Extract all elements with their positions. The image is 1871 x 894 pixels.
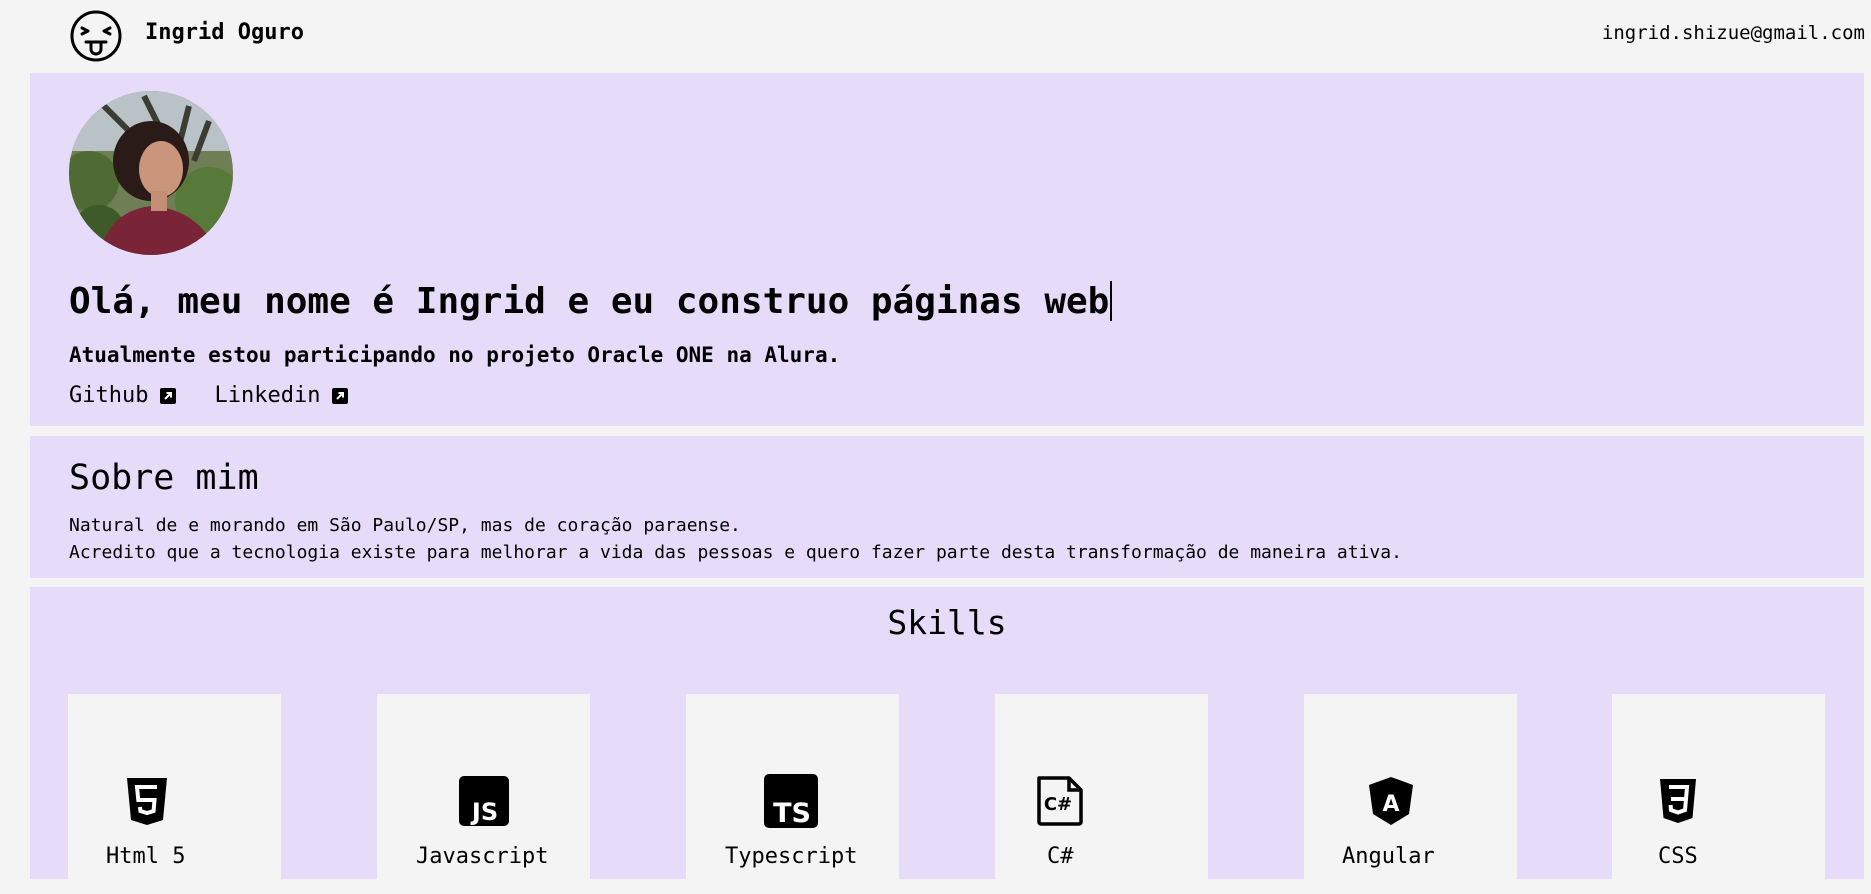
svg-text:TS: TS (773, 798, 811, 828)
hero-subtitle: Atualmente estou participando no projeto… (69, 343, 841, 367)
skill-label: CSS (1658, 844, 1698, 869)
about-text: Natural de e morando em São Paulo/SP, ma… (69, 512, 1402, 566)
github-link-label: Github (69, 383, 149, 408)
skill-label: Angular (1342, 844, 1435, 869)
hero-title: Olá, meu nome é Ingrid e eu construo pág… (69, 281, 1113, 322)
top-bar: Ingrid Oguro ingrid.shizue@gmail.com (0, 0, 1871, 70)
svg-text:A: A (1382, 792, 1399, 817)
about-section: Sobre mim Natural de e morando em São Pa… (30, 436, 1864, 578)
skill-label: Html 5 (106, 844, 186, 869)
svg-text:C#: C# (1044, 794, 1072, 815)
skills-title: Skills (887, 603, 1007, 642)
skill-label: Javascript (416, 844, 549, 869)
skill-card-csharp: C# C# (995, 694, 1208, 894)
skill-card-typescript: TS Typescript (686, 694, 899, 894)
linkedin-link[interactable]: Linkedin (214, 383, 349, 408)
skill-card-css: CSS (1612, 694, 1825, 894)
skill-card-javascript: JS Javascript (377, 694, 590, 894)
skill-label: Typescript (725, 844, 858, 869)
social-links: Github Linkedin (69, 383, 349, 408)
about-title: Sobre mim (69, 458, 259, 498)
github-link[interactable]: Github (69, 383, 177, 408)
tongue-face-icon[interactable] (69, 9, 123, 63)
javascript-icon: JS (459, 776, 509, 826)
skill-label: C# (1047, 844, 1074, 869)
about-line: Acredito que a tecnologia existe para me… (69, 542, 1402, 563)
about-line: Natural de e morando em São Paulo/SP, ma… (69, 515, 741, 536)
html5-icon (127, 778, 167, 825)
skill-card-angular: A Angular (1304, 694, 1517, 894)
external-link-icon (160, 387, 177, 404)
avatar (69, 91, 233, 255)
skill-card-html5: Html 5 (68, 694, 281, 894)
linkedin-link-label: Linkedin (214, 383, 321, 408)
text-cursor (1110, 281, 1113, 321)
csharp-file-icon: C# (1037, 776, 1083, 826)
angular-icon: A (1369, 777, 1413, 825)
contact-email[interactable]: ingrid.shizue@gmail.com (1602, 22, 1865, 44)
skills-section: Skills Html 5 JS Javascript TS Typescrip… (30, 587, 1864, 894)
svg-text:JS: JS (470, 798, 498, 826)
site-name[interactable]: Ingrid Oguro (145, 20, 304, 45)
css3-icon (1660, 779, 1696, 823)
external-link-icon (332, 387, 349, 404)
typescript-icon: TS (764, 774, 818, 828)
hero-section: Olá, meu nome é Ingrid e eu construo pág… (30, 73, 1864, 426)
